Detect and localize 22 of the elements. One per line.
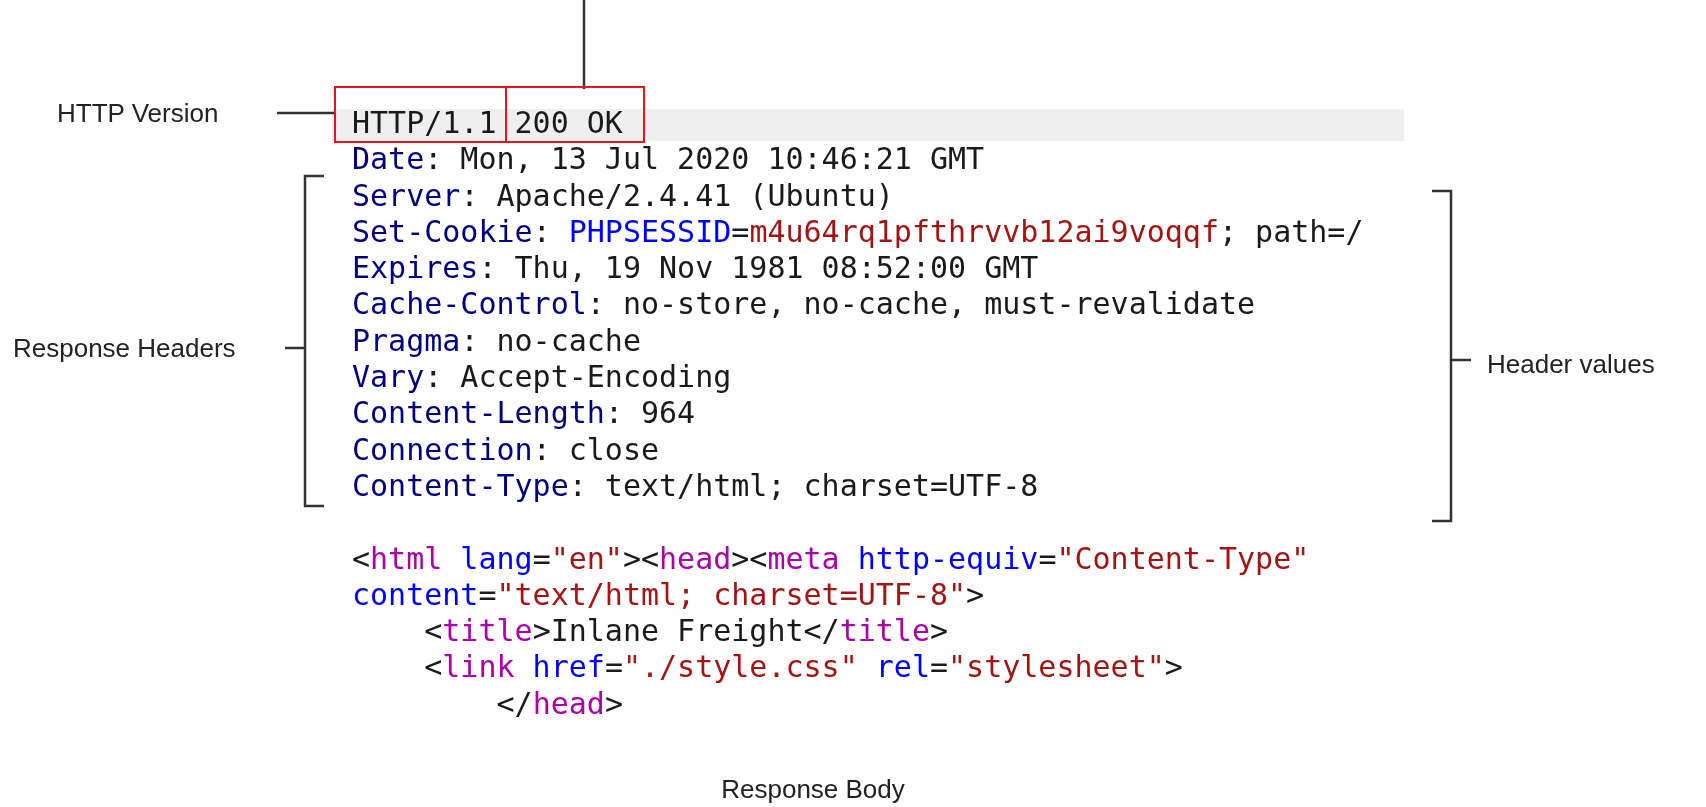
code-line: content="text/html; charset=UTF-8"> <box>352 576 985 612</box>
header-line: Pragma: no-cache <box>352 322 641 358</box>
code-line: <title>Inlane Freight</title> <box>423 613 949 649</box>
annotation-label: Response Headers <box>13 331 236 365</box>
header-line: Expires: Thu, 19 Nov 1981 08:52:00 GMT <box>352 250 1039 286</box>
annotation-label: Header values <box>1487 347 1655 381</box>
header-line: Content-Length: 964 <box>352 395 696 431</box>
status-code: 200 OK <box>506 86 645 143</box>
http-version: HTTP/1.1 <box>334 86 507 143</box>
annotation-label: HTTP Version <box>57 96 219 130</box>
code-line: <link href="./style.css" rel="stylesheet"> <box>423 649 1183 685</box>
header-line: Set-Cookie: PHPSESSID=m4u64rq1pfthrvvb12ai9voqqf; path=/ <box>352 213 1364 249</box>
header-line: Cache-Control: no-store, no-cache, must-revalidate <box>352 286 1256 322</box>
annotation-label: Response Body <box>721 772 905 806</box>
code-line: </head> <box>495 685 623 721</box>
header-line: Connection: close <box>352 431 660 467</box>
leader-line <box>277 111 334 115</box>
header-line: Date: Mon, 13 Jul 2020 10:46:21 GMT <box>352 141 985 177</box>
header-line: Content-Type: text/html; charset=UTF-8 <box>352 467 1039 503</box>
header-line: Server: Apache/2.4.41 (Ubuntu) <box>352 177 894 213</box>
code-line: <html lang="en"><head><meta http-equiv="Content-Type" <box>352 540 1310 576</box>
header-line: Vary: Accept-Encoding <box>352 359 732 395</box>
